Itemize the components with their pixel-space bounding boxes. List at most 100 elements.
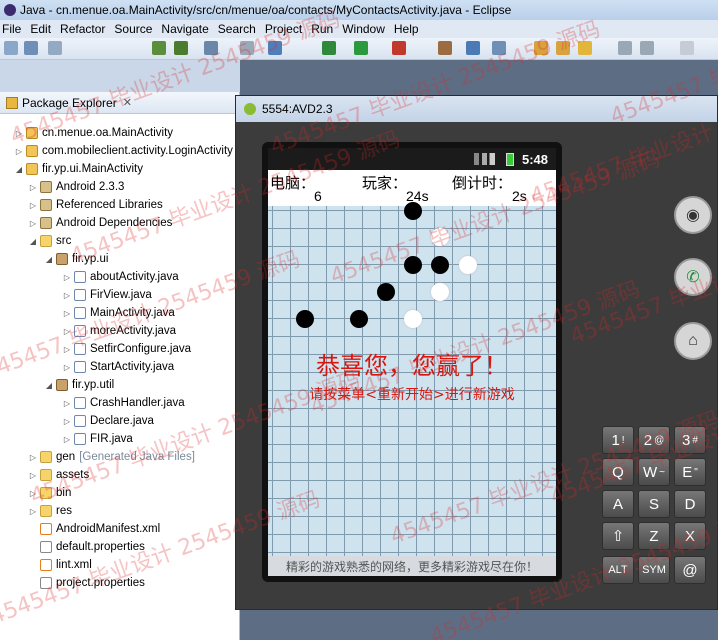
tree-item[interactable]: ▷ bin (28, 484, 71, 502)
open-folder-icon[interactable] (534, 41, 548, 55)
camera-button[interactable]: ◉ (674, 196, 712, 234)
tree-item[interactable]: ▷ FIR.java (62, 430, 133, 448)
forward-icon[interactable] (640, 41, 654, 55)
expand-toggle-icon[interactable]: ▷ (62, 327, 72, 336)
open-type-icon[interactable] (492, 41, 506, 55)
key-7[interactable]: S (638, 490, 670, 518)
menu-item-window[interactable]: Window (340, 22, 392, 36)
tree-item[interactable]: ▷ cn.menue.oa.MainActivity (14, 124, 173, 142)
key-5[interactable]: E " (674, 458, 706, 486)
key-4[interactable]: W ~ (638, 458, 670, 486)
print-icon[interactable] (48, 41, 62, 55)
new-icon[interactable] (4, 41, 18, 55)
expand-toggle-icon[interactable]: ▷ (28, 219, 38, 228)
expand-toggle-icon[interactable]: ▷ (14, 147, 24, 156)
expand-toggle-icon[interactable]: ▷ (62, 309, 72, 318)
highlight-icon[interactable] (578, 41, 592, 55)
tree-item[interactable]: default.properties (28, 538, 145, 556)
close-icon[interactable]: ✕ (123, 96, 132, 109)
menu-item-project[interactable]: Project (263, 22, 309, 36)
key-10[interactable]: Z (638, 522, 670, 550)
key-0[interactable]: 1! (602, 426, 634, 454)
save-icon[interactable] (24, 41, 38, 55)
key-1[interactable]: 2 @ (638, 426, 670, 454)
tree-item[interactable]: ▷ SetfirConfigure.java (62, 340, 191, 358)
tree-item[interactable]: ▷ assets (28, 466, 89, 484)
tree-item[interactable]: lint.xml (28, 556, 92, 574)
call-button[interactable]: ✆ (674, 258, 712, 296)
menu-item-file[interactable]: File (0, 22, 28, 36)
expand-toggle-icon[interactable]: ▷ (62, 291, 72, 300)
menu-item-navigate[interactable]: Navigate (159, 22, 215, 36)
expand-toggle-icon[interactable]: ◢ (28, 237, 38, 246)
expand-toggle-icon[interactable]: ▷ (62, 273, 72, 282)
expand-toggle-icon[interactable]: ▷ (28, 507, 38, 516)
home-button[interactable]: ⌂ (674, 322, 712, 360)
key-2[interactable]: 3 # (674, 426, 706, 454)
tree-item[interactable]: ▷ Declare.java (62, 412, 154, 430)
menu-item-source[interactable]: Source (112, 22, 159, 36)
back-icon[interactable] (618, 41, 632, 55)
task-icon[interactable] (268, 41, 282, 55)
menu-item-edit[interactable]: Edit (28, 22, 58, 36)
menu-item-refactor[interactable]: Refactor (58, 22, 112, 36)
tree-item[interactable]: ▷ gen [Generated Java Files] (28, 448, 195, 466)
menu-item-search[interactable]: Search (216, 22, 263, 36)
tree-item[interactable]: ▷ moreActivity.java (62, 322, 176, 340)
expand-toggle-icon[interactable]: ▷ (14, 129, 24, 138)
expand-toggle-icon[interactable]: ▷ (28, 201, 38, 210)
expand-toggle-icon[interactable]: ▷ (28, 471, 38, 480)
expand-toggle-icon[interactable]: ▷ (62, 435, 72, 444)
key-13[interactable]: SYM (638, 556, 670, 584)
tree-item[interactable]: ▷ Android 2.3.3 (28, 178, 124, 196)
tree-item[interactable]: ▷ FirView.java (62, 286, 152, 304)
key-6[interactable]: A (602, 490, 634, 518)
debug-icon[interactable] (322, 41, 336, 55)
pin-icon[interactable] (438, 41, 452, 55)
tree-item[interactable]: ▷ com.mobileclient.activity.LoginActivity (14, 142, 233, 160)
tree-item[interactable]: ◢ fir.yp.util (44, 376, 114, 394)
tree-item[interactable]: ▷ StartActivity.java (62, 358, 174, 376)
expand-toggle-icon[interactable]: ◢ (44, 381, 54, 390)
package-explorer-tab[interactable]: Package Explorer ✕ (0, 92, 239, 114)
run-icon[interactable] (354, 41, 368, 55)
expand-toggle-icon[interactable]: ▷ (28, 183, 38, 192)
android-sdk-icon[interactable] (174, 41, 188, 55)
key-8[interactable]: D (674, 490, 706, 518)
menu-item-help[interactable]: Help (392, 22, 426, 36)
key-14[interactable]: @ (674, 556, 706, 584)
wrap-icon[interactable] (240, 41, 254, 55)
tree-item[interactable]: ▷ Referenced Libraries (28, 196, 163, 214)
checklist-icon[interactable] (204, 41, 218, 55)
tree-item[interactable]: ▷ MainActivity.java (62, 304, 175, 322)
tree-item[interactable]: AndroidManifest.xml (28, 520, 160, 538)
import-icon[interactable] (152, 41, 166, 55)
expand-toggle-icon[interactable]: ▷ (62, 417, 72, 426)
key-3[interactable]: Q (602, 458, 634, 486)
search-icon[interactable] (466, 41, 480, 55)
tree-item[interactable]: ▷ aboutActivity.java (62, 268, 179, 286)
menu-item-run[interactable]: Run (309, 22, 340, 36)
expand-toggle-icon[interactable]: ▷ (62, 363, 72, 372)
phone-screen[interactable]: 5:48 电脑： 6 玩家： 24s 倒计时： 2s 恭喜您，您赢了！ 请按菜单… (268, 148, 556, 576)
expand-toggle-icon[interactable]: ▷ (62, 345, 72, 354)
tree-item[interactable]: ◢ fir.yp.ui.MainActivity (14, 160, 143, 178)
tree-item[interactable]: ◢ fir.yp.ui (44, 250, 108, 268)
tree-item[interactable]: ▷ res (28, 502, 72, 520)
expand-toggle-icon[interactable]: ▷ (62, 399, 72, 408)
external-tools-icon[interactable] (392, 41, 406, 55)
expand-toggle-icon[interactable]: ▷ (28, 453, 38, 462)
tree-item[interactable]: ▷ Android Dependencies (28, 214, 172, 232)
key-9[interactable]: ⇧ (602, 522, 634, 550)
expand-toggle-icon[interactable]: ◢ (44, 255, 54, 264)
tree-item[interactable]: ▷ CrashHandler.java (62, 394, 185, 412)
key-12[interactable]: ALT (602, 556, 634, 584)
game-board[interactable] (268, 202, 556, 556)
open-resource-icon[interactable] (556, 41, 570, 55)
tree-item[interactable]: ◢ src (28, 232, 71, 250)
expand-toggle-icon[interactable]: ▷ (28, 489, 38, 498)
key-11[interactable]: X (674, 522, 706, 550)
expand-toggle-icon[interactable]: ◢ (14, 165, 24, 174)
perspective-icon[interactable] (680, 41, 694, 55)
tree-item[interactable]: project.properties (28, 574, 145, 592)
